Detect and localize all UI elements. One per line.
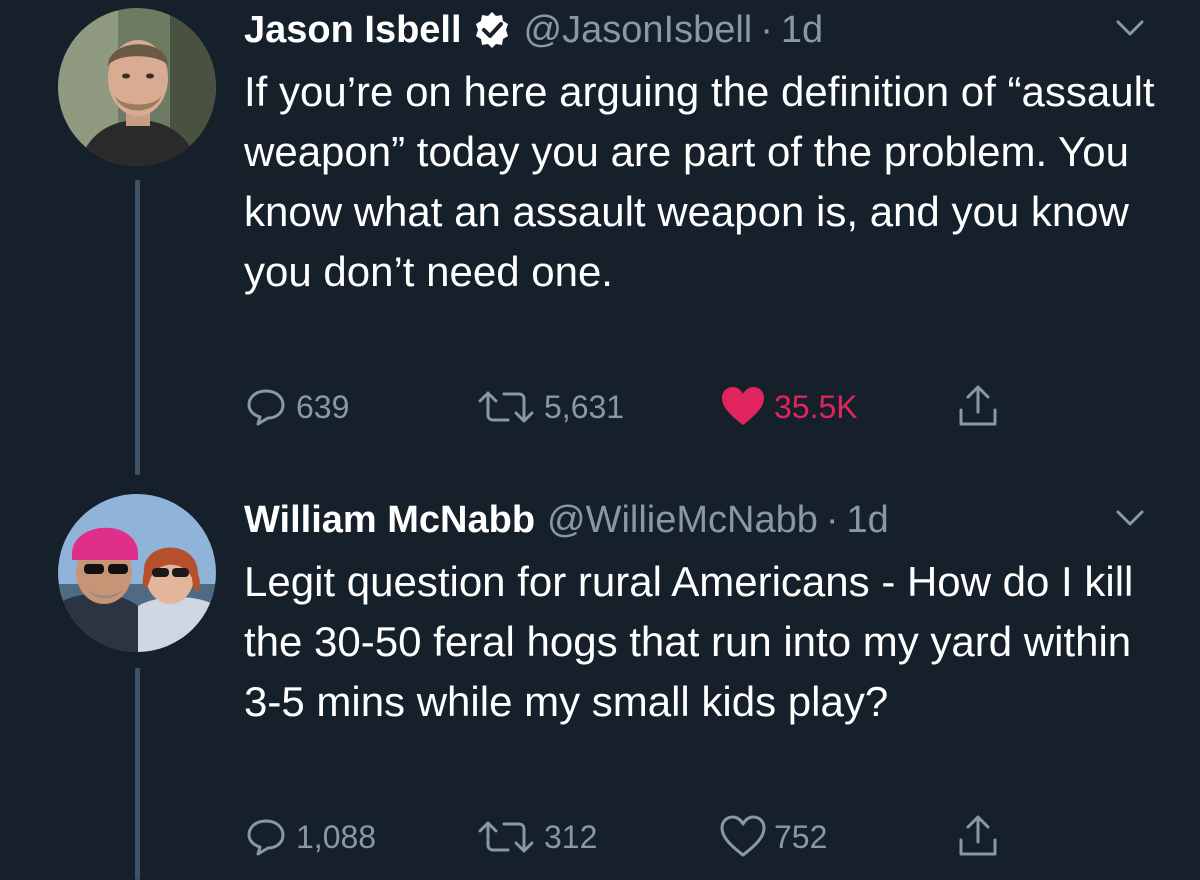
reply-bubble-icon [244, 815, 288, 859]
chevron-down-icon[interactable] [1110, 504, 1150, 534]
verified-badge-icon [472, 10, 512, 50]
tweet-text: Legit question for rural Americans - How… [244, 558, 1134, 725]
share-upload-icon [956, 812, 1000, 862]
tweet-text: If you’re on here arguing the definition… [244, 68, 1155, 295]
retweet-count: 312 [544, 818, 598, 855]
reply-count: 639 [296, 388, 350, 425]
chevron-down-icon[interactable] [1110, 14, 1150, 44]
like-count: 752 [774, 818, 828, 855]
avatar[interactable] [58, 494, 216, 652]
reply-button[interactable]: 1,088 [244, 812, 376, 862]
author-handle[interactable]: @WillieMcNabb [547, 496, 818, 544]
reply-bubble-icon [244, 385, 288, 429]
share-button[interactable] [956, 382, 1000, 432]
thread-line [135, 668, 140, 880]
tweet-actions: 1,088 312 752 [244, 812, 1044, 862]
timestamp[interactable]: 1d [847, 496, 889, 544]
tweet-actions: 639 5,631 35.5K [244, 382, 1044, 432]
tweet[interactable]: William McNabb @WillieMcNabb · 1d Legit … [0, 490, 1200, 880]
share-button[interactable] [956, 812, 1000, 862]
like-count: 35.5K [774, 388, 858, 425]
retweet-button[interactable]: 312 [476, 812, 597, 862]
author-name[interactable]: William McNabb [244, 496, 535, 544]
separator-dot: · [760, 9, 773, 51]
reply-count: 1,088 [296, 818, 377, 855]
tweet-header: William McNabb @WillieMcNabb · 1d [244, 496, 889, 544]
retweet-count: 5,631 [544, 388, 625, 425]
tweet-header: Jason Isbell @JasonIsbell · 1d [244, 6, 823, 54]
retweet-button[interactable]: 5,631 [476, 382, 624, 432]
retweet-icon [476, 385, 536, 429]
retweet-icon [476, 815, 536, 859]
like-button[interactable]: 752 [720, 812, 827, 862]
avatar[interactable] [58, 8, 216, 166]
heart-icon [720, 815, 766, 859]
tweet[interactable]: Jason Isbell @JasonIsbell · 1d If you’re… [0, 0, 1200, 490]
heart-icon [720, 385, 766, 429]
separator-dot: · [825, 499, 839, 541]
timestamp[interactable]: 1d [781, 6, 823, 54]
share-upload-icon [956, 382, 1000, 432]
author-name[interactable]: Jason Isbell [244, 6, 462, 54]
thread-line [135, 180, 140, 475]
author-handle[interactable]: @JasonIsbell [524, 6, 753, 54]
like-button[interactable]: 35.5K [720, 382, 858, 432]
reply-button[interactable]: 639 [244, 382, 349, 432]
